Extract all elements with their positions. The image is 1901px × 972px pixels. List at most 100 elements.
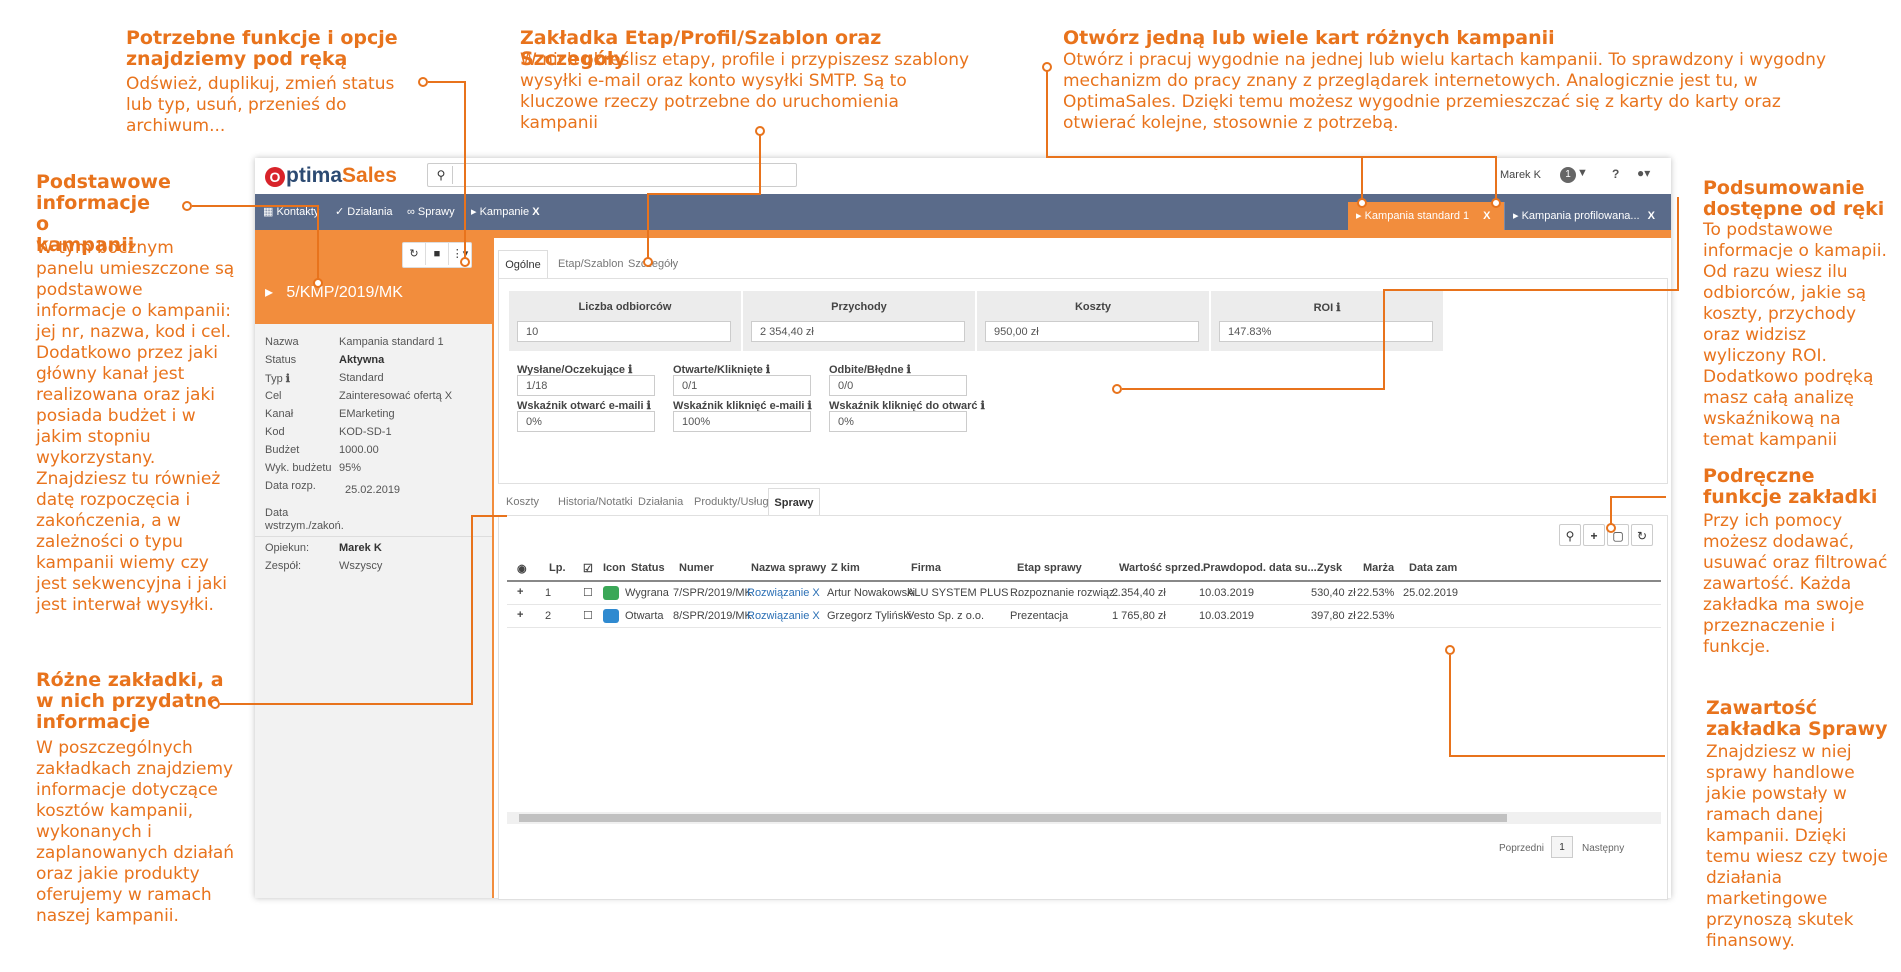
orange-separator [492,238,494,898]
pagination-page[interactable]: 1 [1551,836,1573,858]
annotation-handy-title: Podręczne funkcje zakładki [1703,465,1878,508]
help-icon[interactable]: ? [1612,167,1619,181]
stat-label: Przychody [831,301,887,313]
tab-inactive-label: Kampania profilowana... [1521,210,1640,222]
field-value-budget: 1000.00 [339,444,379,456]
logo-text-2: Sales [342,164,397,187]
pagination-next[interactable]: Następny [1582,843,1624,854]
open-status-icon [603,609,619,623]
col-icon[interactable]: Icon [603,562,626,574]
pagination-prev[interactable]: Poprzedni [1499,843,1544,854]
stat-label: Koszty [1074,301,1112,313]
nav-contacts-label: Kontakty [276,206,320,218]
nav-campaigns[interactable]: ▸ Kampanie X [471,194,540,230]
info-icon[interactable]: ℹ [981,400,985,412]
lock-icon[interactable]: ■ [426,243,449,265]
scrollbar-thumb[interactable] [519,814,1507,822]
tab-products-services[interactable]: Produkty/Usługi [694,496,771,508]
campaign-info-panel: Nazwa Kampania standard 1 Status Aktywna… [255,324,493,898]
connector-line [1361,156,1363,202]
col-stage[interactable]: Etap sprawy [1017,562,1082,574]
search-icon[interactable]: ⚲ [430,166,453,184]
tab-history-notes[interactable]: Historia/Notatki [558,496,633,508]
contacts-icon: ▦ [263,206,277,218]
metric-value-open-rate: 0% [517,411,655,432]
expand-icon[interactable]: + [517,586,523,598]
refresh-icon[interactable]: ↻ [403,243,426,265]
tab-active-close-button[interactable]: X [1483,210,1490,222]
col-number[interactable]: Numer [679,562,714,574]
col-deal-name[interactable]: Nazwa sprawy [751,562,826,574]
global-search-input[interactable]: ⚲ [427,163,797,187]
annotation-handy-body: Przy ich pomocy możesz dodawać, usuwać o… [1703,511,1888,657]
col-value[interactable]: Wartość sprzed. [1119,562,1204,574]
search-icon[interactable]: ⚲ [1559,524,1581,546]
col-company[interactable]: Firma [911,562,941,574]
col-status[interactable]: Status [631,562,665,574]
annotation-stage-body: W nich określisz etapy, profile i przypi… [520,50,970,133]
table-row[interactable]: + 2 ☐ Otwarta 8/SPR/2019/MK Rozwiązanie … [507,605,1661,628]
field-value-owner: Marek K [339,542,382,554]
nav-contacts[interactable]: ▦ Kontakty [263,194,319,230]
col-profit[interactable]: Zysk [1317,562,1342,574]
field-label: Typ ℹ [265,372,290,385]
table-header: ◉ Lp. ☑ Icon Status Numer Nazwa sprawy Z… [507,556,1661,582]
stat-label: Liczba odbiorców [578,301,672,313]
info-icon[interactable]: ℹ [1336,302,1340,314]
user-menu-icon[interactable]: ●▾ [1637,166,1650,180]
nav-activities[interactable]: ✓ Działania [335,194,393,230]
tab-costs[interactable]: Koszty [506,496,539,508]
deal-name-link[interactable]: Rozwiązanie X [747,587,820,599]
tab-details[interactable]: Szczegóły [628,258,678,270]
field-label: Kanał [265,408,294,420]
tab-stage-template[interactable]: Etap/Szablon [558,258,623,270]
tab-campaign-profiled[interactable]: ▸ Kampania profilowana... X [1504,202,1662,230]
tab-deals[interactable]: Sprawy [768,488,820,517]
row-checkbox[interactable]: ☐ [583,609,593,622]
connector-line [647,193,649,261]
col-order-date[interactable]: Data zam [1409,562,1457,574]
connector-dot [1445,645,1455,655]
connector-line [428,81,466,83]
tab-general[interactable]: Ogólne [498,250,548,279]
cell-probable-date: 10.03.2019 [1199,610,1255,622]
connector-line [1677,197,1679,291]
cell-value: 1 765,80 zł [1112,610,1166,622]
nav-deals[interactable]: ∞ Sprawy [407,194,455,230]
checkbox-icon[interactable]: ☑ [583,562,593,575]
metric-value-sent: 1/18 [517,375,655,396]
handshake-icon: ∞ [407,206,418,218]
tab-activities[interactable]: Działania [638,496,683,508]
expand-icon[interactable]: + [517,609,523,621]
app-logo[interactable]: OptimaSales [265,164,397,188]
bell-icon[interactable]: ▼ [1577,167,1588,179]
col-margin[interactable]: Marża [1363,562,1394,574]
cell-margin: 22.53% [1357,610,1395,622]
field-label: Data rozp. [265,480,316,492]
connector-dot [1606,523,1616,533]
horizontal-scrollbar[interactable] [507,812,1661,824]
col-with-whom[interactable]: Z kim [831,562,860,574]
nav-campaigns-close[interactable]: X [532,206,539,218]
field-value-budget-usage: 95% [339,462,362,474]
info-icon[interactable]: ℹ [286,373,290,385]
notification-count-badge[interactable]: 1 [1560,167,1576,183]
cell-company: Vesto Sp. z o.o. [907,610,985,622]
table-row[interactable]: + 1 ☐ Wygrana 7/SPR/2019/MK Rozwiązanie … [507,582,1661,605]
refresh-icon[interactable]: ↻ [1631,524,1653,546]
user-name[interactable]: Marek K [1500,169,1541,181]
add-icon[interactable]: + [1583,524,1605,546]
annotation-tabsinfo-title: Różne zakładki, a w nich przydatne infor… [36,669,224,733]
stat-roi: ROI ℹ 147.83% [1211,291,1443,351]
annotation-functions-body: Odśwież, duplikuj, zmień status lub typ,… [126,74,395,136]
tab-campaign-standard-1[interactable]: ▸ Kampania standard 1 X [1348,202,1504,230]
stat-recipients: Liczba odbiorców 10 [509,291,741,351]
stat-label: ROI ℹ [1211,301,1443,314]
deal-name-link[interactable]: Rozwiązanie X [747,610,820,622]
connector-dot [313,278,323,288]
col-lp[interactable]: Lp. [549,562,566,574]
tab-inactive-close-button[interactable]: X [1648,210,1655,222]
col-probable-date[interactable]: Prawdopod. data su... [1203,562,1317,574]
eye-icon[interactable]: ◉ [517,562,527,575]
row-checkbox[interactable]: ☐ [583,586,593,599]
